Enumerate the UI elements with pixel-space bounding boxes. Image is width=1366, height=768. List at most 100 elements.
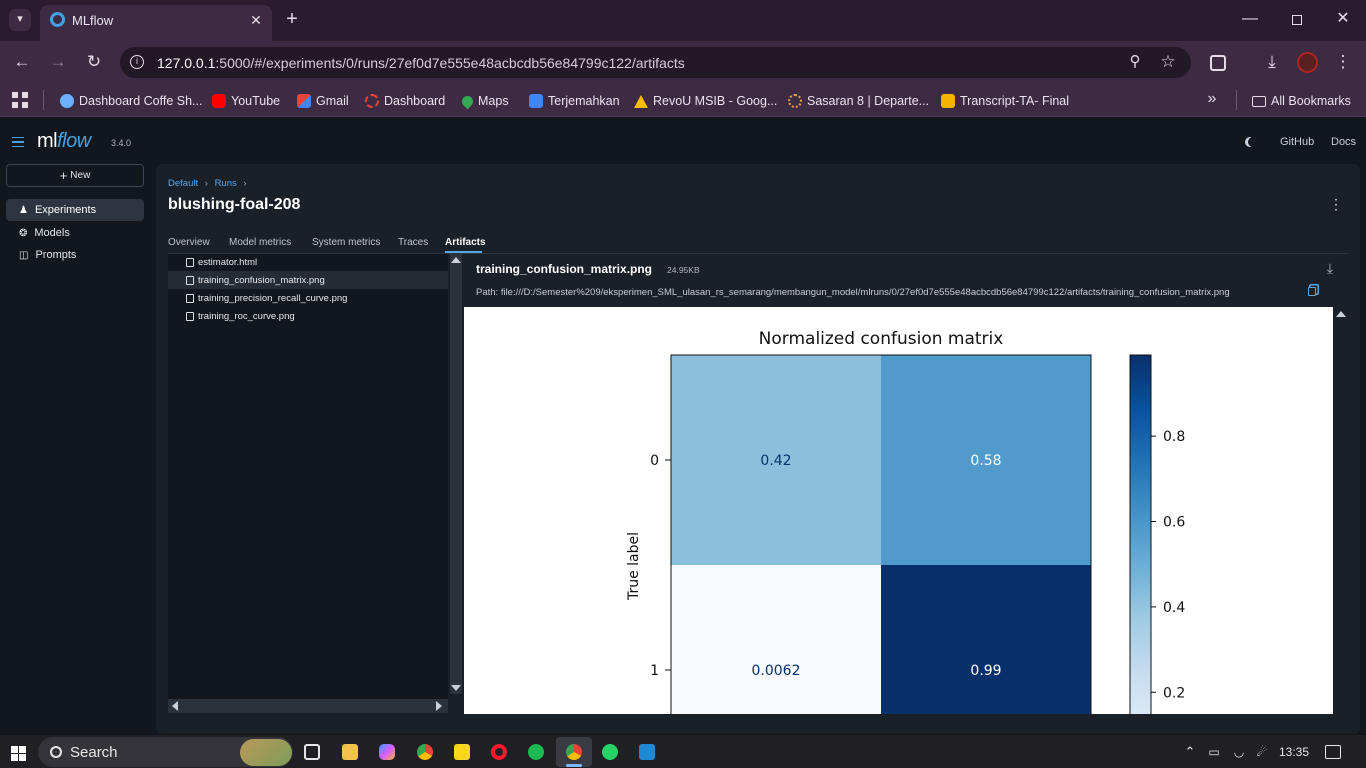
restore-icon[interactable] (1292, 15, 1302, 25)
page-title: blushing-foal-208 (168, 196, 301, 213)
file-explorer-icon[interactable] (342, 744, 358, 760)
tab-model-metrics[interactable]: Model metrics (229, 237, 291, 248)
reload-icon[interactable]: ↻ (83, 52, 105, 74)
vscode-icon[interactable] (639, 744, 655, 760)
scroll-down-icon[interactable] (451, 685, 461, 691)
tab-system-metrics[interactable]: System metrics (312, 237, 380, 248)
new-tab-icon[interactable]: + (281, 9, 303, 31)
whatsapp-icon[interactable] (602, 744, 618, 760)
tray-overflow-icon[interactable]: ⌃ (1179, 742, 1201, 764)
file-icon (186, 294, 194, 303)
youtube-icon (212, 94, 226, 108)
minimize-icon[interactable]: — (1239, 9, 1261, 31)
menu-toggle-icon[interactable] (12, 137, 24, 147)
forward-icon[interactable]: → (47, 52, 69, 74)
sidebar-item-models[interactable]: ❂ Models (6, 222, 144, 244)
url-host: 127.0.0.1 (157, 55, 216, 71)
preview-scroll-up-icon[interactable] (1336, 311, 1346, 317)
more-bookmarks-icon[interactable]: » (1201, 89, 1223, 111)
bookmark-item[interactable]: Maps (459, 92, 509, 110)
copy-path-icon[interactable] (1308, 287, 1316, 296)
file-item[interactable]: estimator.html (186, 257, 257, 268)
apps-grid-icon[interactable] (12, 92, 28, 108)
browser-menu-icon[interactable]: ⋮ (1332, 52, 1354, 74)
bookmark-label: Maps (478, 94, 509, 108)
scroll-right-icon[interactable] (436, 701, 442, 711)
tab-traces[interactable]: Traces (398, 237, 428, 248)
file-item[interactable]: training_roc_curve.png (186, 311, 295, 322)
bookmark-label: YouTube (231, 94, 281, 108)
artifact-path: Path: file:///D:/Semester%209/eksperimen… (476, 287, 1230, 298)
preview-scrollbar[interactable] (1334, 307, 1348, 714)
battery-icon[interactable]: ▭ (1203, 742, 1225, 764)
breadcrumb-separator: › (204, 178, 208, 189)
download-artifact-icon[interactable]: ⤓ (1319, 258, 1341, 280)
wifi-icon[interactable]: ◡ (1228, 742, 1250, 764)
opera-icon[interactable] (491, 744, 507, 760)
all-bookmarks-button[interactable]: All Bookmarks (1252, 92, 1351, 110)
close-window-icon[interactable]: ✕ (1332, 9, 1354, 31)
tab-search-button[interactable]: ▾ (9, 9, 31, 31)
heatmap-cells: 0.42 0.58 0.0062 0.99 (670, 354, 1092, 714)
docs-link[interactable]: Docs (1331, 136, 1356, 148)
row-tick-label: 0 (650, 453, 659, 469)
chrome-profile-icon[interactable] (566, 744, 582, 760)
breadcrumb-separator: › (243, 178, 247, 189)
new-button[interactable]: + New (6, 164, 144, 187)
sidebar-item-experiments[interactable]: ♟ Experiments (6, 199, 144, 221)
tab-overview[interactable]: Overview (168, 237, 210, 248)
tab-title: MLflow (72, 13, 114, 28)
profile-avatar[interactable] (1297, 52, 1318, 73)
run-actions-icon[interactable]: ⋮ (1325, 194, 1347, 216)
mlflow-logo[interactable]: mlflow (37, 130, 91, 153)
colorbar-tick-label: 0.8 (1163, 429, 1185, 445)
url-text[interactable]: 127.0.0.1:5000/#/experiments/0/runs/27ef… (157, 55, 685, 71)
breadcrumb-runs[interactable]: Runs (215, 178, 237, 189)
site-info-icon[interactable]: i (130, 55, 144, 69)
notifications-icon[interactable] (1325, 745, 1341, 759)
row-ticks: 01 (650, 453, 671, 679)
volume-icon[interactable]: ☄ (1251, 742, 1273, 764)
mlflow-favicon-icon (50, 12, 65, 27)
extensions-icon[interactable] (1210, 55, 1226, 71)
bookmark-item[interactable]: Dashboard (365, 92, 445, 110)
sidebar-item-prompts[interactable]: ◫ Prompts (6, 244, 144, 266)
spotify-icon[interactable] (528, 744, 544, 760)
bookmark-item[interactable]: Transcript-TA- Final (941, 92, 1069, 110)
close-tab-icon[interactable]: ✕ (245, 10, 267, 32)
bookmark-item[interactable]: RevoU MSIB - Goog... (634, 92, 777, 110)
download-icon[interactable]: ⤓ (1261, 52, 1283, 74)
tree-horizontal-scrollbar[interactable] (168, 699, 448, 713)
plus-icon: + (59, 168, 68, 183)
task-view-icon[interactable] (304, 744, 320, 760)
back-icon[interactable]: ← (11, 52, 33, 74)
file-item-selected[interactable]: training_confusion_matrix.png (186, 275, 325, 286)
bookmark-label: Transcript-TA- Final (960, 94, 1070, 108)
theme-toggle-icon[interactable] (1248, 137, 1258, 147)
breadcrumb-default[interactable]: Default (168, 178, 198, 189)
scroll-left-icon[interactable] (172, 701, 178, 711)
logo-ml: ml (37, 130, 58, 152)
url-path: :5000/#/experiments/0/runs/27ef0d7e555e4… (215, 55, 685, 71)
bookmark-item[interactable]: Terjemahkan (529, 92, 620, 110)
scroll-up-icon[interactable] (451, 257, 461, 263)
bookmark-item[interactable]: Dashboard Coffe Sh... (60, 92, 202, 110)
github-link[interactable]: GitHub (1280, 136, 1314, 148)
copilot-icon[interactable] (379, 744, 395, 760)
chrome-icon[interactable] (417, 744, 433, 760)
file-name: training_confusion_matrix.png (198, 275, 325, 286)
gmail-icon (297, 94, 311, 108)
bookmark-item[interactable]: YouTube (212, 92, 280, 110)
windows-start-icon[interactable] (11, 746, 26, 761)
bookmark-item[interactable]: Sasaran 8 | Departe... (788, 92, 929, 110)
tab-artifacts[interactable]: Artifacts (445, 237, 486, 248)
clock[interactable]: 13:35 (1279, 745, 1309, 759)
zoom-icon[interactable]: ⚲ (1124, 52, 1146, 74)
sticky-notes-icon[interactable] (454, 744, 470, 760)
search-icon (50, 746, 62, 758)
file-item[interactable]: training_precision_recall_curve.png (186, 293, 347, 304)
bookmark-item[interactable]: Gmail (297, 92, 349, 110)
bookmark-star-icon[interactable]: ☆ (1157, 52, 1179, 74)
app-version: 3.4.0 (111, 138, 132, 148)
tree-vertical-scrollbar[interactable] (450, 254, 462, 694)
